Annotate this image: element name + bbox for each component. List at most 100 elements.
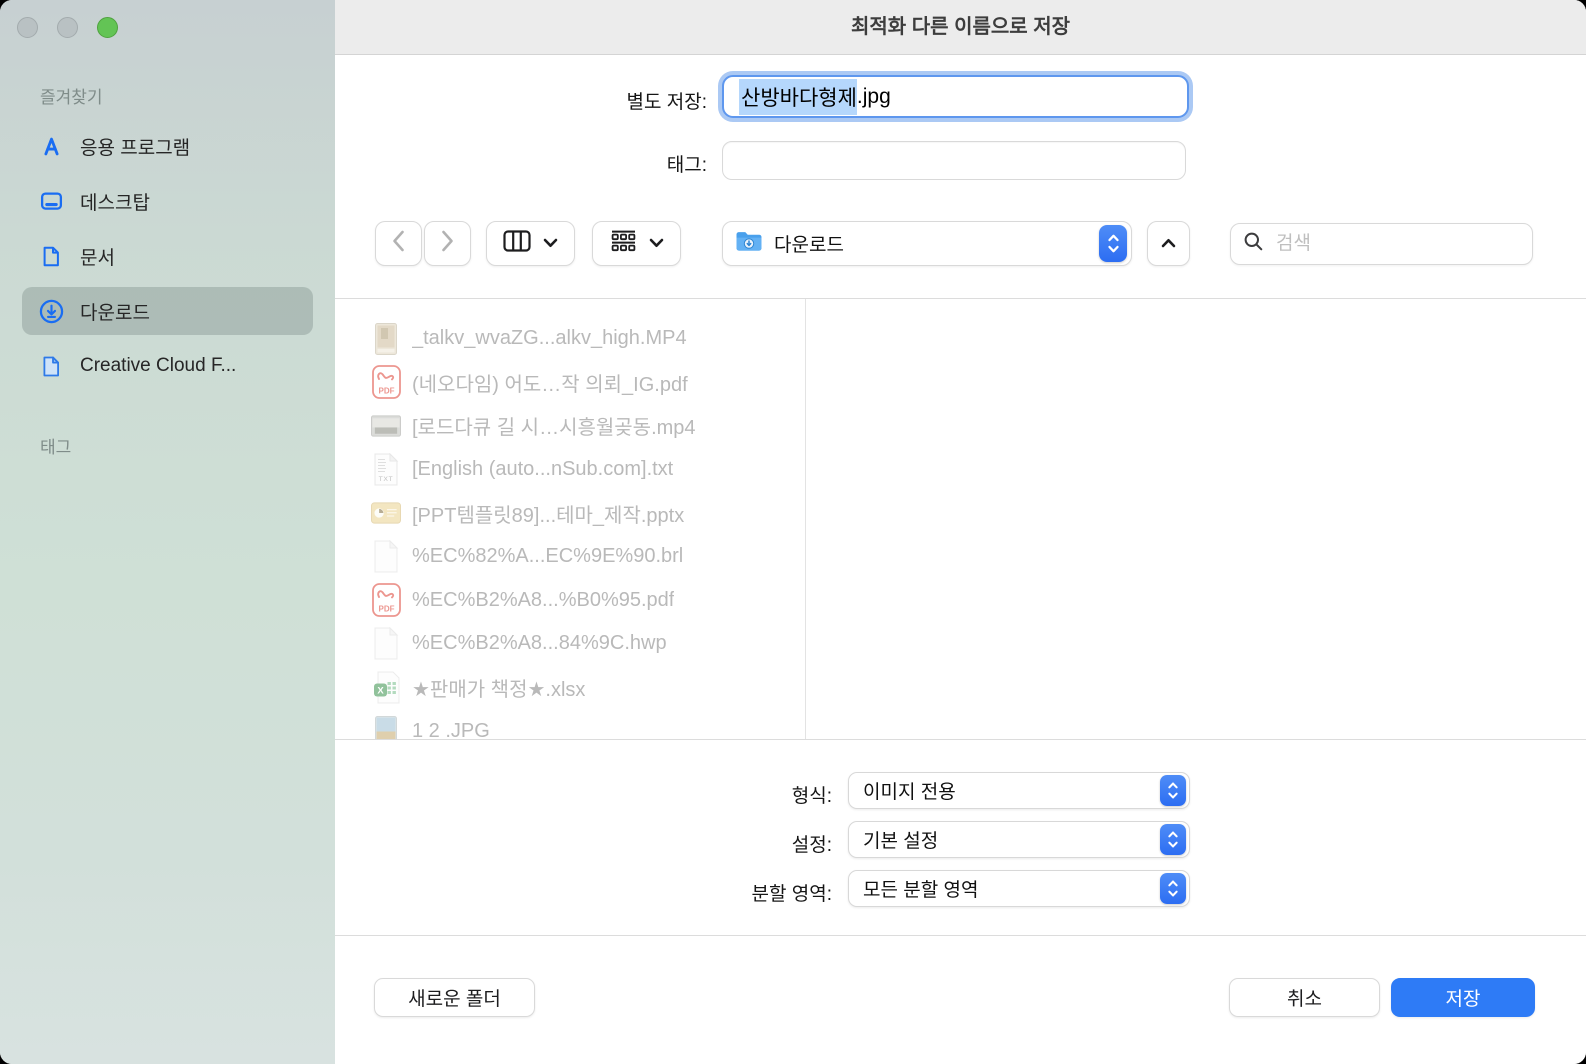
footer-divider <box>335 935 1586 936</box>
chevron-down-icon <box>649 235 664 253</box>
stepper-icon <box>1160 775 1186 806</box>
sidebar-item-documents[interactable]: 문서 <box>22 232 313 280</box>
split-area-popup[interactable]: 모든 분할 영역 <box>848 870 1190 907</box>
filename-selected-text: 산방바다형제 <box>739 78 857 115</box>
svg-text:TXT: TXT <box>379 476 394 483</box>
file-name: [English (auto...nSub.com].txt <box>412 458 674 481</box>
sidebar-items: 응용 프로그램데스크탑문서다운로드 Creative Cloud F... <box>0 122 335 390</box>
format-popup-value: 이미지 전용 <box>863 782 956 803</box>
finder-sidebar: 즐겨찾기 응용 프로그램데스크탑문서다운로드 Creative Cloud F..… <box>0 0 335 1064</box>
sidebar-item-label: 응용 프로그램 <box>80 137 191 159</box>
stepper-icon <box>1160 824 1186 855</box>
group-view-icon <box>610 230 637 258</box>
forward-button[interactable] <box>424 221 471 266</box>
split-area-popup-value: 모든 분할 영역 <box>863 880 979 901</box>
option-label-settings: 설정: <box>791 835 832 856</box>
filename-input[interactable]: 산방바다형제 .jpg <box>722 75 1189 118</box>
pptx-file-icon <box>371 502 401 524</box>
sidebar-item-label: 문서 <box>80 247 115 269</box>
new-folder-button[interactable]: 새로운 폴더 <box>374 978 535 1017</box>
generic-file-icon <box>371 627 401 660</box>
settings-popup-value: 기본 설정 <box>863 831 939 852</box>
back-button[interactable] <box>375 221 422 266</box>
traffic-lights <box>17 17 118 38</box>
downloads-folder-icon <box>735 230 763 258</box>
search-field[interactable] <box>1230 223 1533 265</box>
filename-extension-text: .jpg <box>856 84 891 108</box>
group-by-button[interactable] <box>592 221 681 266</box>
generic-file-icon <box>371 540 401 573</box>
search-input[interactable] <box>1274 232 1523 256</box>
cancel-button[interactable]: 취소 <box>1229 978 1380 1017</box>
pdf-file-icon: PDF <box>371 365 401 400</box>
sidebar-item-creative-cloud[interactable]: Creative Cloud F... <box>22 342 313 390</box>
file-browser-column: _talkv_wvaZG...alkv_high.MP4 PDF (네오다임) 어도… <box>335 299 805 739</box>
pdf-file-icon: PDF <box>371 583 401 618</box>
list-item[interactable]: %EC%82%A...EC%9E%90.brl <box>335 535 805 579</box>
file-name: _talkv_wvaZG...alkv_high.MP4 <box>412 327 687 350</box>
stepper-icon <box>1160 873 1186 904</box>
file-name: %EC%B2%A8...%B0%95.pdf <box>412 588 675 611</box>
sidebar-item-applications[interactable]: 응용 프로그램 <box>22 122 313 170</box>
file-name: (네오다임) 어도…작 의뢰_IG.pdf <box>412 373 688 396</box>
view-mode-button[interactable] <box>486 221 575 266</box>
list-item[interactable]: TXT [English (auto...nSub.com].txt <box>335 448 805 492</box>
list-item[interactable]: PDF (네오다임) 어도…작 의뢰_IG.pdf <box>335 361 805 405</box>
file-name: 1 2 .JPG <box>412 719 490 739</box>
minimize-button[interactable] <box>57 17 78 38</box>
favorites-section-header: 즐겨찾기 <box>40 88 103 107</box>
close-button[interactable] <box>17 17 38 38</box>
collapse-dialog-button[interactable] <box>1147 221 1190 266</box>
location-popup-value: 다운로드 <box>774 235 844 256</box>
save-as-label: 별도 저장: <box>626 92 707 113</box>
list-item[interactable]: PDF %EC%B2%A8...%B0%95.pdf <box>335 579 805 623</box>
location-popup[interactable]: 다운로드 <box>722 221 1132 266</box>
tags-input[interactable] <box>722 141 1186 180</box>
options-divider <box>335 739 1586 740</box>
creative-cloud-file-icon <box>36 352 66 380</box>
appstore-icon <box>36 132 66 160</box>
zoom-button[interactable] <box>97 17 118 38</box>
svg-text:X: X <box>377 685 384 696</box>
sidebar-item-desktop[interactable]: 데스크탑 <box>22 177 313 225</box>
chevron-up-icon <box>1161 235 1176 253</box>
txt-file-icon: TXT <box>371 453 401 486</box>
list-item[interactable]: 1 2 .JPG <box>335 709 805 739</box>
svg-text:PDF: PDF <box>378 605 394 614</box>
document-icon <box>36 242 66 270</box>
list-item[interactable]: X ★판매가 책정★.xlsx <box>335 666 805 710</box>
format-popup[interactable]: 이미지 전용 <box>848 772 1190 809</box>
save-button[interactable]: 저장 <box>1391 978 1535 1017</box>
desktop-icon <box>36 187 66 215</box>
chevron-down-icon <box>543 235 558 253</box>
file-name: ★판매가 책정★.xlsx <box>412 679 586 702</box>
list-item[interactable]: _talkv_wvaZG...alkv_high.MP4 <box>335 317 805 361</box>
list-item[interactable]: [로드다큐 길 시…시흥월곶동.mp4 <box>335 404 805 448</box>
tags-section-header: 태그 <box>40 438 72 457</box>
file-name: [로드다큐 길 시…시흥월곶동.mp4 <box>412 417 696 440</box>
list-item[interactable]: %EC%B2%A8...84%9C.hwp <box>335 622 805 666</box>
next-column-pane <box>806 299 1586 739</box>
sidebar-item-label: 데스크탑 <box>80 192 150 214</box>
list-item[interactable]: [PPT템플릿89]...테마_제작.pptx <box>335 491 805 535</box>
sidebar-item-label: 다운로드 <box>80 302 150 324</box>
settings-popup[interactable]: 기본 설정 <box>848 821 1190 858</box>
save-dialog-window: 즐겨찾기 응용 프로그램 데스크탑 문서 다운로드 Creative Cloud F..… <box>0 0 1586 1064</box>
title-bar: 최적화 다른 이름으로 저장 <box>335 0 1586 55</box>
stepper-icon <box>1099 225 1127 262</box>
sidebar-content: 즐겨찾기 응용 프로그램데스크탑문서다운로드 Creative Cloud F..… <box>0 86 335 460</box>
file-name: %EC%B2%A8...84%9C.hwp <box>412 632 667 655</box>
svg-text:PDF: PDF <box>378 387 394 396</box>
search-icon <box>1243 231 1264 257</box>
option-label-split-area: 분할 영역: <box>751 884 832 905</box>
video-portrait-thumbnail-icon <box>371 322 401 355</box>
file-name: [PPT템플릿89]...테마_제작.pptx <box>412 504 685 527</box>
forward-chevron-icon <box>441 230 454 257</box>
sidebar-item-downloads[interactable]: 다운로드 <box>22 287 313 335</box>
columns-view-icon <box>503 230 531 257</box>
dialog-title: 최적화 다른 이름으로 저장 <box>850 16 1071 38</box>
back-chevron-icon <box>392 230 405 257</box>
file-name: %EC%82%A...EC%9E%90.brl <box>412 545 684 568</box>
downloads-icon <box>36 297 66 325</box>
dialog-main: 최적화 다른 이름으로 저장 별도 저장: 산방바다형제 .jpg 태그: 다운로… <box>335 0 1586 1064</box>
